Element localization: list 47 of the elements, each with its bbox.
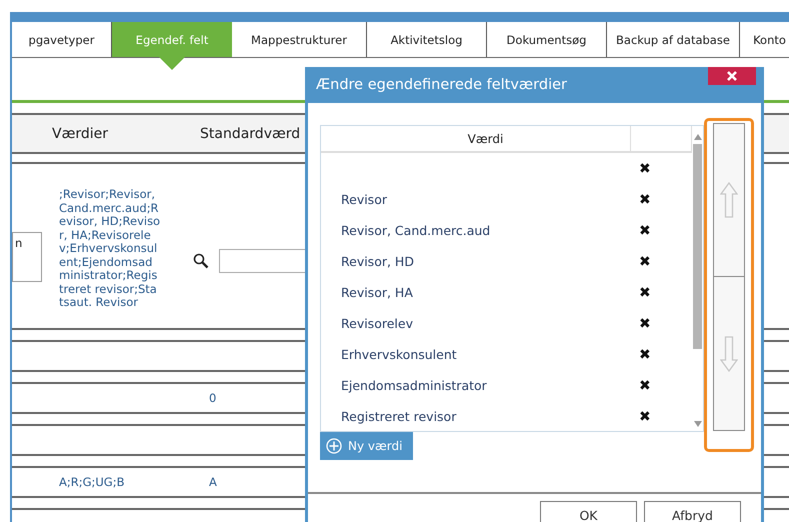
- close-button[interactable]: [708, 67, 756, 85]
- dialog-title: Ændre egendefinerede feltværdier: [316, 77, 567, 93]
- arrow-up-icon: [720, 182, 738, 218]
- delete-button[interactable]: ✖: [639, 346, 651, 362]
- value-text: Erhvervskonsulent: [341, 347, 457, 362]
- grid-row[interactable]: Revisor, Cand.merc.aud ✖: [321, 215, 692, 246]
- search-icon[interactable]: [193, 253, 209, 269]
- grid-row[interactable]: Ejendomsadministrator ✖: [321, 370, 692, 401]
- scroll-down-icon[interactable]: [694, 421, 702, 427]
- grid-row[interactable]: Revisorelev ✖: [321, 308, 692, 339]
- delete-button[interactable]: ✖: [639, 316, 651, 332]
- column-header: Værdi: [321, 126, 631, 151]
- move-down-button[interactable]: [713, 277, 745, 431]
- delete-button[interactable]: ✖: [639, 222, 651, 238]
- text-field[interactable]: n: [12, 232, 42, 282]
- delete-button[interactable]: ✖: [639, 408, 651, 424]
- grid-row[interactable]: Registreret revisor ✖: [321, 401, 692, 432]
- delete-button[interactable]: ✖: [639, 160, 651, 176]
- grid-row[interactable]: Erhvervskonsulent ✖: [321, 339, 692, 370]
- value-text: Revisor: [341, 192, 387, 207]
- default-value-text: A: [209, 475, 217, 489]
- value-text: Ejendomsadministrator: [341, 378, 487, 393]
- delete-button[interactable]: ✖: [639, 192, 651, 208]
- close-icon: [727, 71, 737, 81]
- grid-row[interactable]: Revisor, HD ✖: [321, 246, 692, 277]
- scroll-up-icon[interactable]: [694, 134, 702, 140]
- value-text: Revisorelev: [341, 316, 413, 331]
- values-text: A;R;G;UG;B: [59, 475, 124, 489]
- delete-button[interactable]: ✖: [639, 378, 651, 394]
- column-header: Værdier: [52, 126, 108, 142]
- value-text: Registreret revisor: [341, 409, 456, 424]
- delete-button[interactable]: ✖: [639, 284, 651, 300]
- default-value-text: 0: [209, 391, 216, 405]
- value-text: Revisor, Cand.merc.aud: [341, 223, 490, 238]
- grid-row[interactable]: Revisor, HA ✖: [321, 277, 692, 308]
- dialog-button[interactable]: OK: [540, 501, 637, 522]
- delete-button[interactable]: ✖: [639, 254, 651, 270]
- arrow-down-icon: [720, 336, 738, 372]
- tab-pointer-icon: [159, 57, 185, 70]
- values-text: ;Revisor;Revisor, Cand.merc.aud;Revisor, HD;Revisor, HA;Revisorelev;Erhvervskonsulent;Ejendomsadministrator;Registreret revisor;Statsaut. Revisor: [59, 188, 161, 310]
- value-text: Revisor, HD: [341, 254, 414, 269]
- grid-row[interactable]: Revisor ✖: [321, 184, 692, 215]
- move-up-button[interactable]: [713, 123, 745, 277]
- plus-circle-icon: [326, 438, 342, 454]
- grid-row[interactable]: ✖: [321, 153, 692, 184]
- column-header: Standardværd: [200, 126, 300, 142]
- value-text: Revisor, HA: [341, 285, 413, 300]
